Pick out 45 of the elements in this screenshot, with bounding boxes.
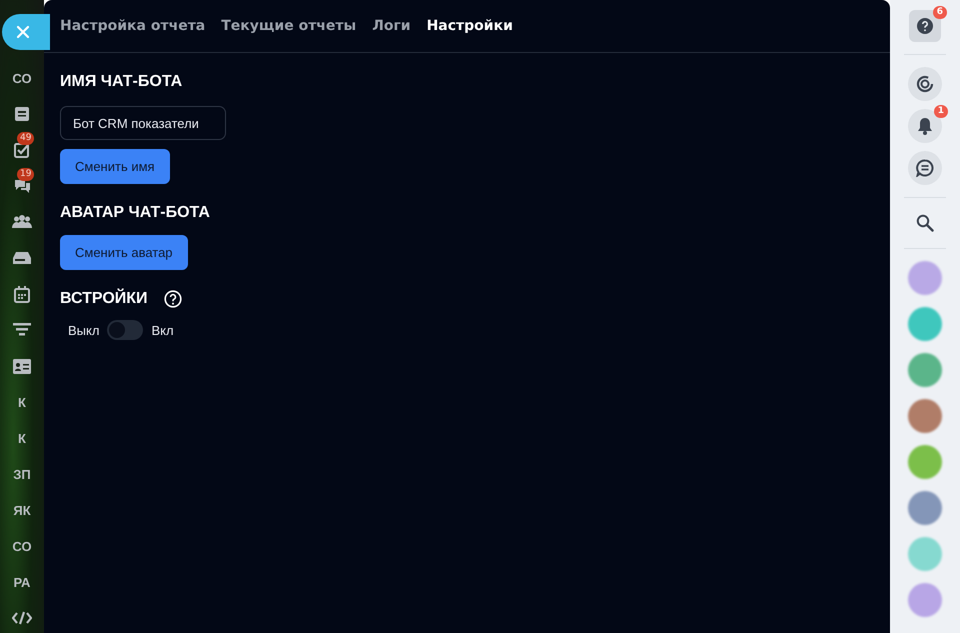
people-icon[interactable] [12,215,32,229]
document-icon[interactable] [14,106,30,122]
tab[interactable]: Текущие отчеты [221,18,356,34]
sync-icon [916,75,934,93]
close-icon [16,25,30,39]
contact-card-icon[interactable] [13,358,31,374]
sidebar-item[interactable]: РА [14,574,30,590]
section-title: АВАТАР ЧАТ-БОТА [60,204,210,222]
calendar-icon[interactable] [14,286,30,302]
avatar[interactable] [908,399,942,433]
count-badge: 49 [17,132,34,145]
name-input-field[interactable]: Бот CRM показатели [60,106,226,140]
close-button[interactable] [2,14,50,50]
count-badge: 19 [17,168,34,181]
change-avatar-button[interactable]: Сменить аватар [60,235,188,270]
bell-icon [917,117,933,135]
sidebar-item[interactable]: К [18,430,26,446]
on-label: Вкл [151,322,174,338]
tab[interactable]: Настройка отчета [60,18,206,34]
drive-icon[interactable] [13,251,31,265]
tab[interactable]: Логи [372,18,411,34]
sidebar-item[interactable]: ЗП [13,466,31,482]
sidebar-item[interactable]: ЯК [13,502,31,518]
help-icon[interactable] [164,290,182,308]
off-label: Выкл [68,322,100,338]
search-icon[interactable] [916,214,934,232]
section-title: ИМЯ ЧАТ-БОТА [60,73,182,91]
code-icon[interactable] [12,611,32,625]
count-badge: 1 [934,105,948,118]
sidebar-item[interactable]: СО [12,70,32,86]
count-badge: 6 [932,6,947,19]
help-icon [917,18,933,34]
section-title: ВСТРОЙКИ [60,290,148,308]
sidebar-item[interactable]: К [18,394,26,410]
filter-icon[interactable] [13,323,31,337]
chat-bubble-icon [916,159,934,177]
change-name-button[interactable]: Сменить имя [60,149,170,184]
checkbox-icon[interactable] [14,142,30,158]
chat-icon[interactable] [14,178,30,194]
sync-button[interactable] [908,67,942,101]
sidebar-item[interactable]: СО [12,538,32,554]
avatar[interactable] [908,491,942,525]
tab[interactable]: Настройки [426,18,513,34]
toggle-switch[interactable] [107,320,144,340]
chat-list-button[interactable] [908,151,942,185]
